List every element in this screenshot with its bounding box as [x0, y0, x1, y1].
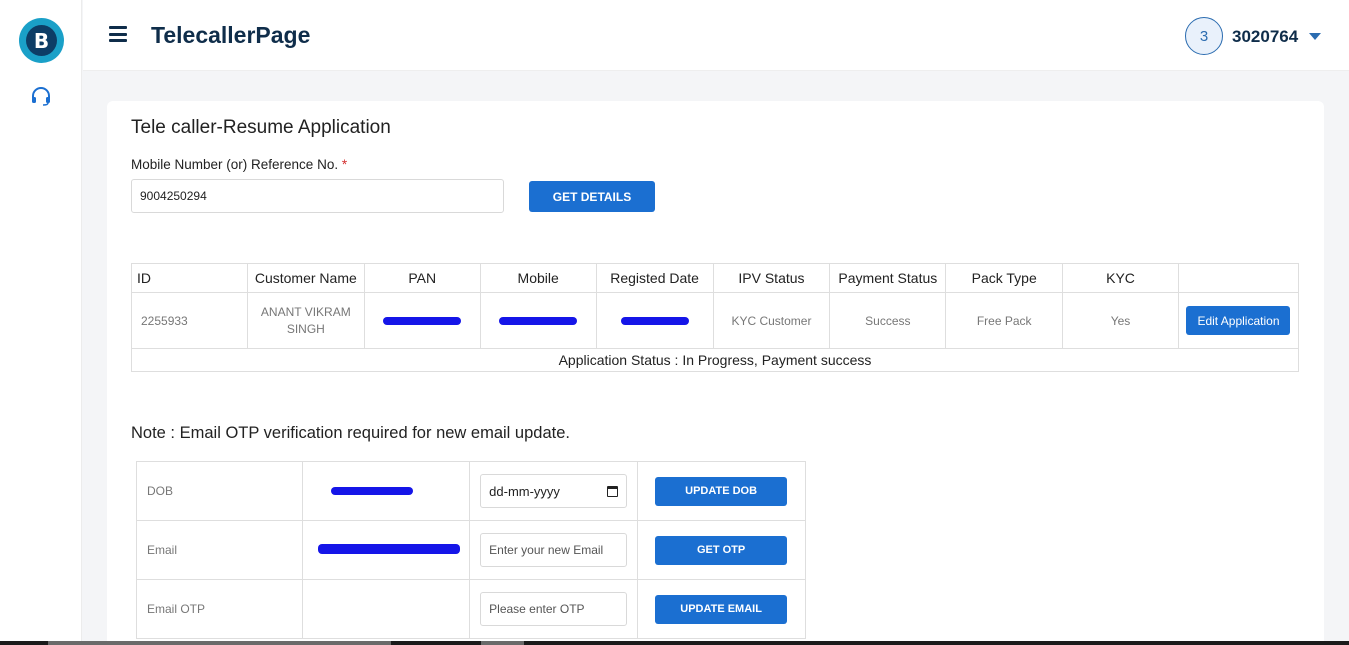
email-input-cell: Enter your new Email	[469, 520, 639, 580]
col-action	[1177, 263, 1300, 293]
status-row: Application Status : In Progress, Paymen…	[131, 348, 1299, 372]
calendar-icon[interactable]	[607, 485, 619, 497]
results-header-row: ID Customer Name PAN Mobile Registed Dat…	[131, 263, 1300, 293]
mobile-field-label: Mobile Number (or) Reference No. *	[131, 157, 347, 172]
edit-application-button[interactable]: Edit Application	[1186, 306, 1291, 335]
taskbar-segment	[481, 641, 524, 645]
cell-customer-name: ANANT VIKRAM SINGH	[246, 292, 365, 349]
brand-logo[interactable]: B	[19, 18, 64, 63]
dob-date-input[interactable]: dd-mm-yyyy	[480, 474, 628, 508]
table-row: 2255933 ANANT VIKRAM SINGH KYC Customer …	[131, 292, 1300, 349]
cell-ipv-status: KYC Customer	[712, 292, 831, 349]
new-email-input[interactable]: Enter your new Email	[480, 533, 628, 567]
email-otp-current-value	[302, 579, 471, 639]
col-pack-type: Pack Type	[945, 263, 1064, 293]
email-otp-note: Note : Email OTP verification required f…	[131, 424, 570, 442]
redaction-mark	[318, 544, 461, 554]
col-payment-status: Payment Status	[829, 263, 947, 293]
cell-payment-status: Success	[829, 292, 947, 349]
cell-action: Edit Application	[1177, 292, 1300, 349]
col-kyc: KYC	[1062, 263, 1179, 293]
dob-row: DOB dd-mm-yyyy UPDATE DOB	[135, 461, 806, 521]
dob-current-value	[302, 461, 471, 521]
taskbar-strip	[0, 641, 1349, 645]
results-table: ID Customer Name PAN Mobile Registed Dat…	[131, 263, 1300, 372]
email-otp-row: Email OTP Please enter OTP UPDATE EMAIL	[135, 579, 806, 639]
cell-kyc: Yes	[1062, 292, 1179, 349]
dob-label: DOB	[135, 461, 304, 521]
dob-input-cell: dd-mm-yyyy	[469, 461, 639, 521]
new-email-placeholder: Enter your new Email	[489, 543, 604, 557]
col-id: ID	[131, 263, 248, 293]
col-ipv-status: IPV Status	[712, 263, 831, 293]
update-email-button[interactable]: UPDATE EMAIL	[655, 594, 788, 624]
get-details-button[interactable]: GET DETAILS	[529, 181, 655, 212]
taskbar-segment	[48, 641, 391, 645]
get-otp-button[interactable]: GET OTP	[655, 535, 788, 565]
email-label: Email	[135, 520, 304, 580]
col-pan: PAN	[363, 263, 481, 293]
mobile-label-text: Mobile Number (or) Reference No.	[131, 157, 339, 172]
mobile-number-input[interactable]	[131, 179, 504, 213]
redaction-mark	[620, 316, 689, 325]
hamburger-menu-icon[interactable]	[109, 26, 127, 42]
cell-registered-date	[595, 292, 714, 349]
user-id[interactable]: 3020764	[1232, 27, 1298, 47]
cell-pan	[363, 292, 481, 349]
col-mobile: Mobile	[479, 263, 597, 293]
dob-input-placeholder: dd-mm-yyyy	[489, 483, 560, 499]
otp-action-cell: UPDATE EMAIL	[637, 579, 806, 639]
email-current-value	[302, 520, 471, 580]
sidebar: B	[0, 0, 82, 645]
col-registered-date: Registed Date	[595, 263, 714, 293]
otp-input-cell: Please enter OTP	[469, 579, 639, 639]
col-customer-name: Customer Name	[246, 263, 365, 293]
update-dob-button[interactable]: UPDATE DOB	[655, 476, 788, 506]
dob-action-cell: UPDATE DOB	[637, 461, 806, 521]
redaction-mark	[383, 316, 462, 325]
email-otp-label: Email OTP	[135, 579, 304, 639]
top-bar: TelecallerPage 3 3020764	[83, 0, 1349, 71]
otp-input[interactable]: Please enter OTP	[480, 592, 628, 626]
user-avatar[interactable]: 3	[1185, 17, 1223, 55]
redaction-mark	[331, 487, 414, 495]
email-row: Email Enter your new Email GET OTP	[135, 520, 806, 580]
chevron-down-icon[interactable]	[1309, 33, 1321, 40]
headset-icon[interactable]	[29, 84, 53, 108]
brand-logo-mark: B	[26, 25, 57, 56]
update-details-table: DOB dd-mm-yyyy UPDATE DOB Email Enter yo…	[135, 461, 806, 639]
cell-mobile	[479, 292, 597, 349]
otp-input-placeholder: Please enter OTP	[489, 602, 585, 616]
application-status: Application Status : In Progress, Paymen…	[131, 348, 1299, 372]
redaction-mark	[499, 316, 578, 325]
resume-application-card: Tele caller-Resume Application Mobile Nu…	[107, 101, 1324, 645]
required-mark: *	[341, 157, 348, 172]
page-title: TelecallerPage	[151, 22, 311, 48]
card-heading: Tele caller-Resume Application	[131, 117, 391, 138]
email-action-cell: GET OTP	[637, 520, 806, 580]
cell-pack-type: Free Pack	[945, 292, 1064, 349]
cell-id: 2255933	[131, 292, 248, 349]
